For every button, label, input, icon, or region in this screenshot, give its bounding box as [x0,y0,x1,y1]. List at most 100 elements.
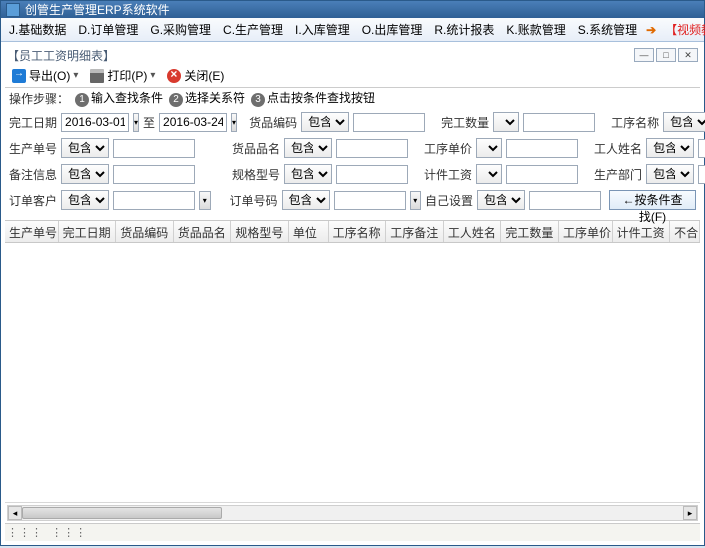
dept-input[interactable] [698,165,705,184]
code-op-select[interactable]: 包含 [301,112,349,132]
horizontal-scrollbar[interactable]: ◂ ▸ [7,505,698,521]
custom-input[interactable] [529,191,601,210]
col-price[interactable]: 工序单价 [559,221,613,242]
customer-picker[interactable]: ▾ [199,191,210,210]
step-3: 3点击按条件查找按钮 [251,89,375,107]
remark-label: 备注信息 [9,166,57,183]
col-unit[interactable]: 单位 [289,221,329,242]
menu-outbound[interactable]: O.出库管理 [356,18,429,41]
worker-input[interactable] [698,139,705,158]
worker-op-select[interactable]: 包含 [646,138,694,158]
grid-header: 生产单号 完工日期 货品编码 货品品名 规格型号 单位 工序名称 工序备注 工人… [5,221,700,243]
procname-label: 工序名称 [611,114,659,131]
date-from-picker[interactable]: ▾ [133,113,139,132]
data-grid: 生产单号 完工日期 货品编码 货品品名 规格型号 单位 工序名称 工序备注 工人… [5,220,700,503]
step3-icon: 3 [251,93,265,107]
close-icon [167,69,181,83]
prodno-op-select[interactable]: 包含 [61,138,109,158]
custom-op-select[interactable]: 包含 [477,190,525,210]
app-window: 创管生产管理ERP系统软件 J.基础数据 D.订单管理 G.采购管理 C.生产管… [0,0,705,546]
customer-label: 订单客户 [9,192,57,209]
export-button[interactable]: 导出(O) ▾ [9,66,81,85]
filter-row-1: 完工日期 ▾ 至 ▾ 货品编码 包含 完工数量 工序名称 包含 [9,110,696,134]
filter-row-3: 备注信息 包含 规格型号 包含 计件工资 生产部门 包含 [9,162,696,186]
menu-accounts[interactable]: K.账款管理 [500,18,571,41]
panel-controls: — □ ✕ [634,48,698,62]
customer-input[interactable] [113,191,195,210]
price-op-select[interactable] [476,138,502,158]
date-from-input[interactable] [61,113,129,132]
custom-label: 自己设置 [425,192,473,209]
remark-input[interactable] [113,165,195,184]
menu-reports[interactable]: R.统计报表 [428,18,500,41]
export-label: 导出(O) [29,67,70,84]
col-code[interactable]: 货品编码 [116,221,174,242]
maximize-button[interactable]: □ [656,48,676,62]
col-procnote[interactable]: 工序备注 [386,221,444,242]
status-bar: ⋮⋮⋮ ⋮⋮⋮ [5,523,700,541]
menu-purchase[interactable]: G.采购管理 [144,18,217,41]
menubar: J.基础数据 D.订单管理 G.采购管理 C.生产管理 I.入库管理 O.出库管… [1,18,704,42]
scroll-left-button[interactable]: ◂ [8,506,22,520]
steps-label: 操作步骤： [9,90,69,107]
panel-header: 【员工工资明细表】 — □ ✕ [5,46,700,64]
wage-input[interactable] [506,165,578,184]
qty-input[interactable] [523,113,595,132]
step1-icon: 1 [75,93,89,107]
menu-basic[interactable]: J.基础数据 [3,18,72,41]
app-icon [6,3,20,17]
prodno-input[interactable] [113,139,195,158]
col-procname[interactable]: 工序名称 [329,221,387,242]
col-worker[interactable]: 工人姓名 [444,221,502,242]
search-button[interactable]: ←按条件查找(F) [609,190,696,210]
close-button[interactable]: ✕ [678,48,698,62]
orderno-input[interactable] [334,191,406,210]
scroll-right-button[interactable]: ▸ [683,506,697,520]
spec-input[interactable] [336,165,408,184]
procname-op-select[interactable]: 包含 [663,112,705,132]
print-button[interactable]: 打印(P) ▾ [87,66,158,85]
col-name[interactable]: 货品品名 [174,221,232,242]
dept-label: 生产部门 [594,166,642,183]
filter-row-2: 生产单号 包含 货品品名 包含 工序单价 工人姓名 包含 [9,136,696,160]
step-1: 1输入查找条件 [75,89,163,107]
minimize-button[interactable]: — [634,48,654,62]
menu-system[interactable]: S.系统管理 [572,18,643,41]
steps-row: 操作步骤： 1输入查找条件 2选择关系符 3点击按条件查找按钮 [5,88,700,108]
date-to-picker[interactable]: ▾ [231,113,237,132]
date-to-input[interactable] [159,113,227,132]
qty-op-select[interactable] [493,112,519,132]
customer-op-select[interactable]: 包含 [61,190,109,210]
name-op-select[interactable]: 包含 [284,138,332,158]
menu-order[interactable]: D.订单管理 [72,18,144,41]
code-input[interactable] [353,113,425,132]
spec-label: 规格型号 [232,166,280,183]
dropdown-icon: ▾ [150,70,155,81]
filter-row-4: 订单客户 包含 ▾ 订单号码 包含 ▾ 自己设置 包含 ←按条件查找(F) [9,188,696,212]
close-panel-button[interactable]: 关闭(E) [164,66,227,85]
col-prodno[interactable]: 生产单号 [5,221,59,242]
wage-op-select[interactable] [476,164,502,184]
col-date[interactable]: 完工日期 [59,221,117,242]
status-dots: ⋮⋮⋮ ⋮⋮⋮ [7,526,87,539]
price-input[interactable] [506,139,578,158]
scroll-thumb[interactable] [22,507,222,519]
col-spec[interactable]: 规格型号 [231,221,289,242]
export-icon [12,69,26,83]
spec-op-select[interactable]: 包含 [284,164,332,184]
date-label: 完工日期 [9,114,57,131]
panel-title: 【员工工资明细表】 [7,47,634,64]
orderno-picker[interactable]: ▾ [410,191,421,210]
print-icon [90,69,104,83]
col-wage[interactable]: 计件工资 [613,221,671,242]
wage-label: 计件工资 [424,166,472,183]
menu-video[interactable]: 【视频教程，先看再用】 [659,18,705,41]
name-input[interactable] [336,139,408,158]
remark-op-select[interactable]: 包含 [61,164,109,184]
col-defect[interactable]: 不合 [670,221,700,242]
orderno-op-select[interactable]: 包含 [282,190,330,210]
col-qty[interactable]: 完工数量 [501,221,559,242]
menu-production[interactable]: C.生产管理 [217,18,289,41]
menu-inbound[interactable]: I.入库管理 [289,18,356,41]
dept-op-select[interactable]: 包含 [646,164,694,184]
